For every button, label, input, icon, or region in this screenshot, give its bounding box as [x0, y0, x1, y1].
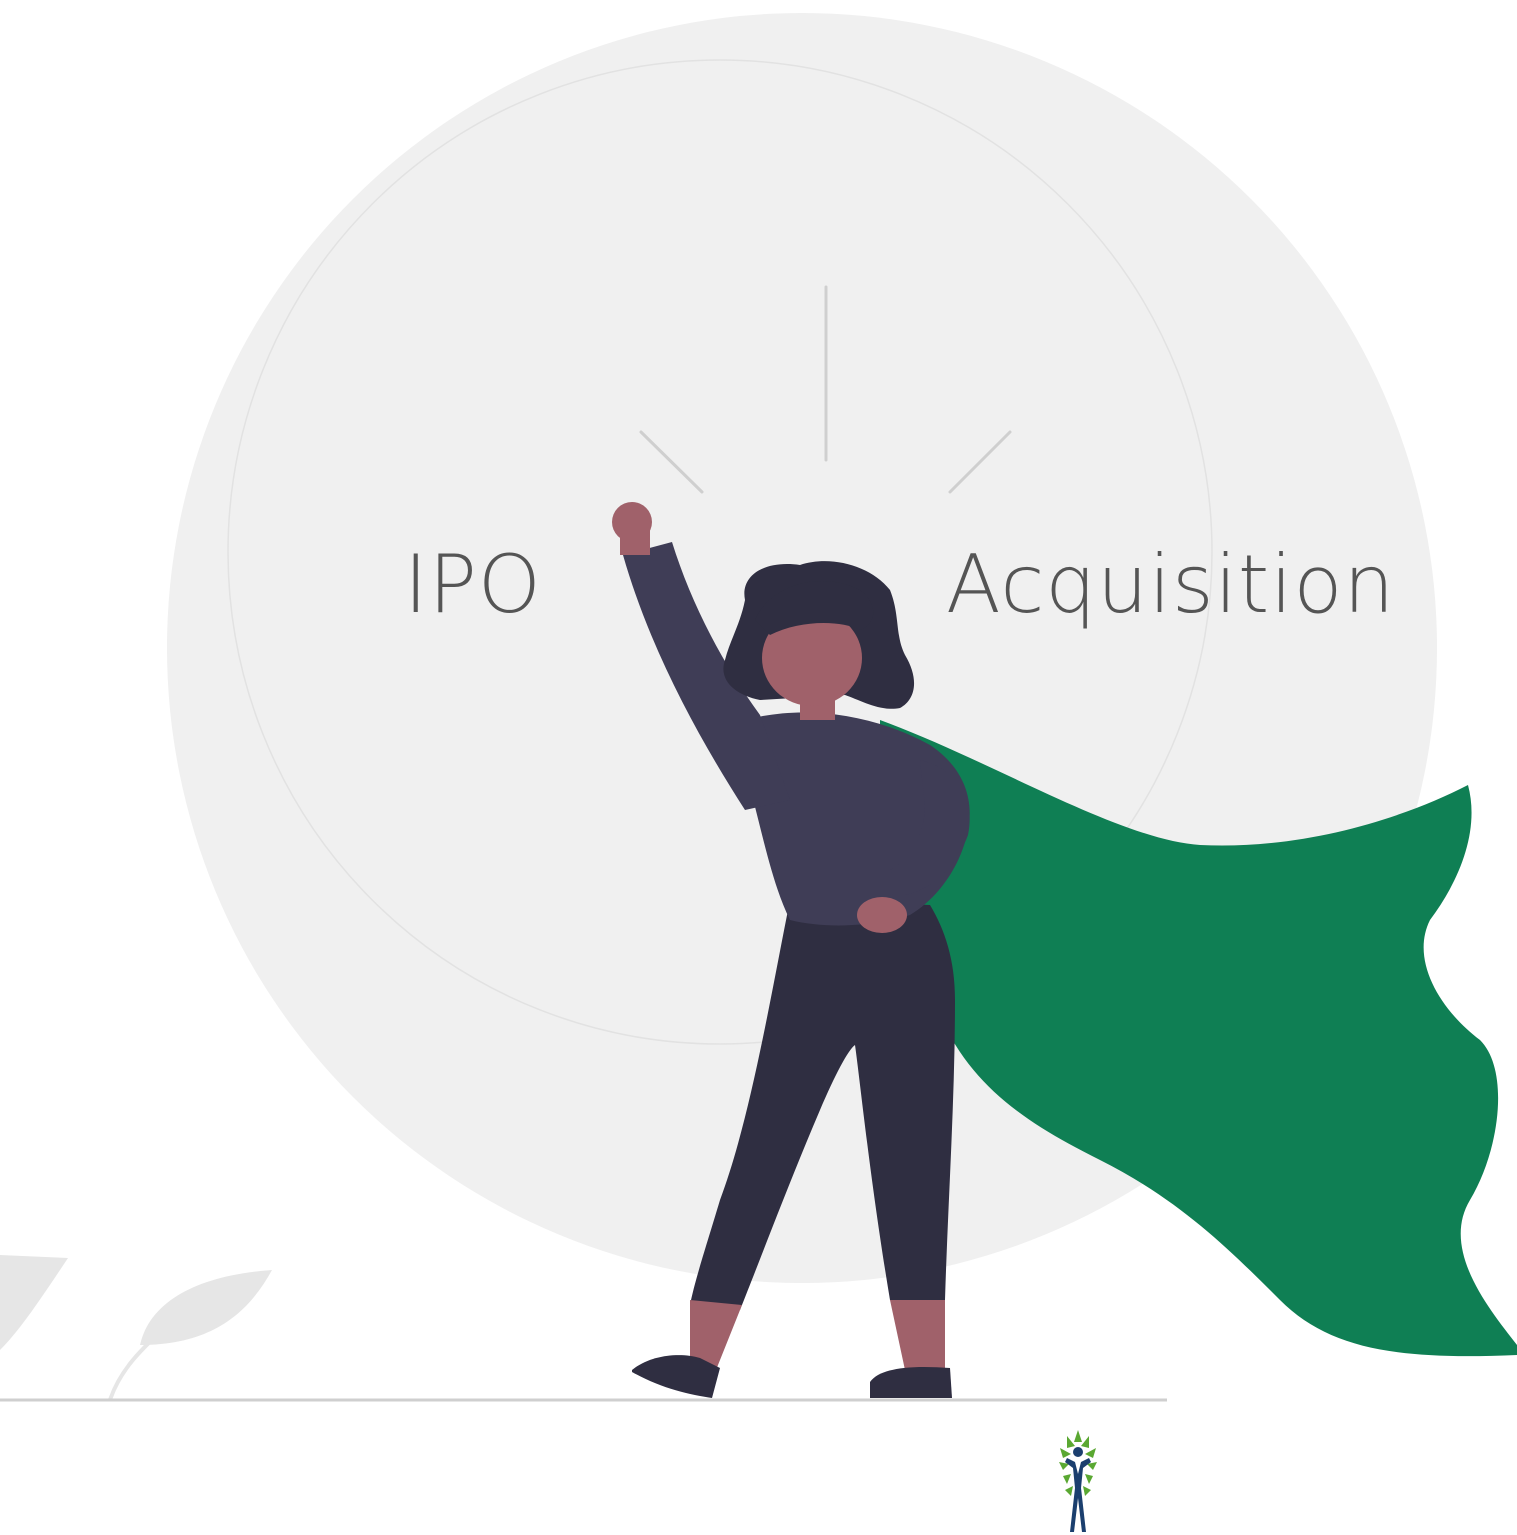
hero-illustration	[0, 13, 1517, 1402]
leaf-plant-icon	[0, 1255, 272, 1401]
right-shin	[890, 1300, 945, 1370]
tree-person-logo-icon	[1059, 1430, 1097, 1532]
wrist	[620, 530, 650, 555]
right-shoe	[870, 1366, 952, 1398]
left-shoe	[632, 1355, 720, 1398]
hip-hand	[857, 897, 907, 933]
acquisition-label: Acquisition	[946, 538, 1396, 631]
ipo-label: IPO	[404, 538, 542, 631]
